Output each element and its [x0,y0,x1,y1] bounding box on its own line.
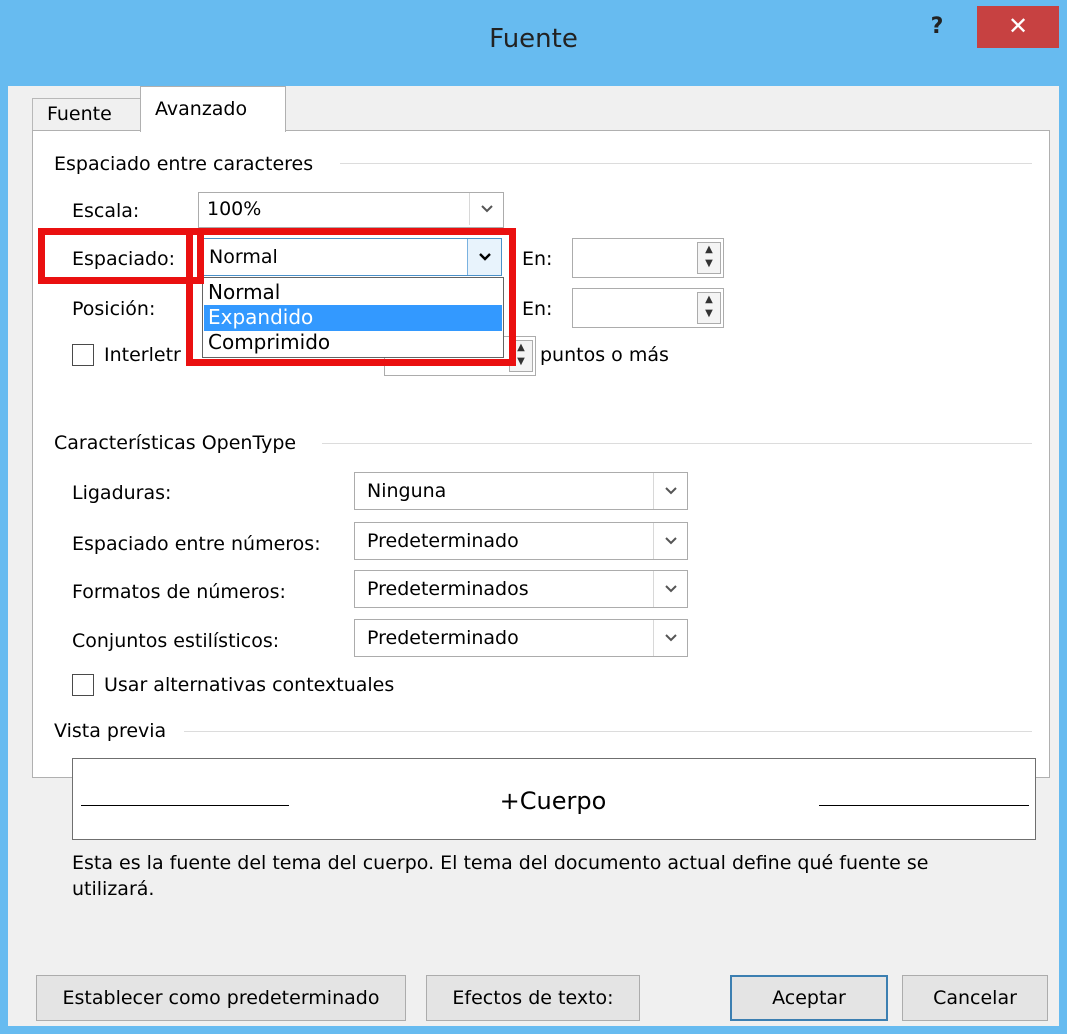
opentype-section-title: Características OpenType [54,432,305,454]
window-title: Fuente [489,24,578,54]
annotation-highlight-dropdown [186,228,516,366]
contextual-alternates-checkbox[interactable] [72,674,94,696]
tab-avanzado[interactable]: Avanzado [140,86,286,132]
preview-description-line-2: utilizará. [72,878,155,900]
scale-value: 100% [207,198,262,220]
spinner-arrows-icon[interactable]: ▲ ▼ [697,242,721,274]
ligatures-value: Ninguna [367,480,447,502]
kerning-suffix: puntos o más [540,344,669,366]
kerning-checkbox[interactable] [72,344,94,366]
contextual-alternates-label: Usar alternativas contextuales [104,674,395,696]
preview-box: +Cuerpo [72,758,1036,840]
position-label: Posición: [72,298,156,320]
number-spacing-value: Predeterminado [367,530,519,552]
ligatures-label: Ligaduras: [72,482,172,504]
tab-fuente[interactable]: Fuente [32,98,142,130]
chevron-down-icon[interactable] [653,473,687,509]
number-forms-select[interactable]: Predeterminados [354,570,688,608]
preview-description: Esta es la fuente del tema del cuerpo. E… [72,852,929,874]
help-button[interactable]: ? [925,14,949,39]
number-forms-value: Predeterminados [367,578,529,600]
preview-section-title: Vista previa [54,720,175,742]
number-spacing-select[interactable]: Predeterminado [354,522,688,560]
position-by-label: En: [522,298,553,320]
preview-section-divider [184,731,1032,732]
close-button[interactable]: ✕ [977,6,1059,48]
chevron-down-icon[interactable] [653,523,687,559]
annotation-highlight-label [38,228,204,284]
stylistic-sets-select[interactable]: Predeterminado [354,619,688,657]
text-effects-button[interactable]: Efectos de texto: [426,975,640,1021]
number-forms-label: Formatos de números: [72,581,286,603]
preview-underline-right [819,805,1029,806]
title-bar[interactable]: Fuente ? ✕ [0,0,1067,86]
chevron-down-icon[interactable] [653,620,687,656]
kerning-label: Interletr [104,344,181,366]
number-spacing-label: Espaciado entre números: [72,533,321,555]
stylistic-sets-label: Conjuntos estilísticos: [72,630,280,652]
spacing-by-label: En: [522,248,553,270]
spacing-section-title: Espaciado entre caracteres [54,153,322,175]
ok-button[interactable]: Aceptar [730,975,888,1021]
chevron-down-icon[interactable] [469,193,503,225]
cancel-button[interactable]: Cancelar [902,975,1048,1021]
chevron-down-icon[interactable] [653,571,687,607]
preview-sample-text: +Cuerpo [499,787,607,815]
spinner-arrows-icon[interactable]: ▲ ▼ [697,292,721,324]
ligatures-select[interactable]: Ninguna [354,472,688,510]
spacing-by-stepper[interactable]: ▲ ▼ [572,238,724,278]
position-by-stepper[interactable]: ▲ ▼ [572,288,724,328]
spacing-section-divider [340,163,1032,164]
set-default-button[interactable]: Establecer como predeterminado [36,975,406,1021]
opentype-section-divider [322,443,1032,444]
scale-select[interactable]: 100% [198,192,504,228]
stylistic-sets-value: Predeterminado [367,627,519,649]
scale-label: Escala: [72,200,140,222]
